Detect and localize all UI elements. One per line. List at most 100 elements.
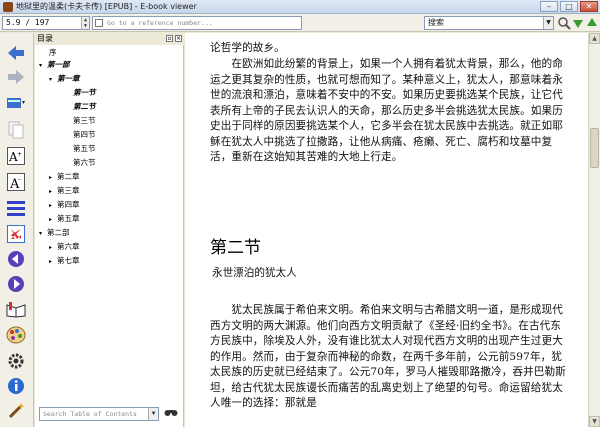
toc-expand-arrow-icon[interactable]: ▸ [49, 257, 57, 267]
toc-item-chapter6[interactable]: ▸ 第六章 [49, 242, 80, 253]
tools-button[interactable] [5, 401, 27, 421]
preferences-button[interactable] [5, 351, 27, 371]
toc-item-chapter3[interactable]: ▸ 第三章 [49, 186, 80, 197]
toc-item-label: 第二部 [47, 228, 70, 237]
toc-item-label: 第一部 [47, 60, 70, 69]
previous-page-button[interactable] [5, 249, 27, 269]
scroll-down-button[interactable]: ▼ [589, 416, 600, 427]
bookmark-button[interactable] [5, 300, 27, 320]
binoculars-icon [164, 410, 178, 416]
info-icon [8, 378, 24, 394]
toc-lines-icon [7, 201, 25, 216]
toc-item-label: 第四节 [73, 130, 96, 139]
toc-item-label: 序 [49, 48, 57, 57]
toc-expand-arrow-icon[interactable]: ▾ [39, 61, 47, 71]
toc-item-chapter1[interactable]: ▾ 第一章 [49, 74, 80, 85]
font-smaller-icon: A– [7, 173, 25, 191]
search-input[interactable]: 搜索 ▼ [424, 16, 554, 30]
color-palette-icon [6, 326, 26, 344]
toc-item-label: 第七章 [57, 256, 80, 265]
toc-panel-controls: ▫ × [166, 35, 182, 42]
forward-button[interactable] [5, 67, 27, 87]
previous-page-icon [8, 251, 24, 267]
toc-item-part2[interactable]: ▾ 第二部 [39, 228, 70, 239]
reader-text-line: 论哲学的故乡。 [210, 42, 285, 54]
toc-item-section1[interactable]: 第一节 [73, 88, 96, 98]
window-title: 地狱里的温柔(卡夫卡传) [EPUB] - E-book viewer [16, 2, 197, 11]
next-page-icon [8, 276, 24, 292]
toc-expand-arrow-icon[interactable]: ▸ [49, 187, 57, 197]
toc-item-label: 第三章 [57, 186, 80, 195]
toc-item-label: 第六章 [57, 242, 80, 251]
reference-input[interactable]: Go to a reference number... [92, 16, 302, 30]
reference-checkbox[interactable] [95, 19, 103, 27]
toc-expand-arrow-icon[interactable]: ▸ [49, 173, 57, 183]
toc-item-chapter7[interactable]: ▸ 第七章 [49, 256, 80, 267]
forward-arrow-icon [8, 70, 24, 84]
toc-item-section2[interactable]: 第二节 [73, 102, 96, 112]
toc-item-chapter4[interactable]: ▸ 第四章 [49, 200, 80, 211]
toc-expand-arrow-icon[interactable]: ▸ [49, 215, 57, 225]
toc-search-button[interactable] [163, 407, 179, 421]
toc-search-dropdown-icon[interactable]: ▼ [148, 408, 158, 420]
fullscreen-button[interactable] [5, 224, 27, 244]
find-next-icon[interactable] [571, 16, 585, 30]
find-previous-icon[interactable] [585, 16, 599, 30]
copy-button[interactable] [5, 120, 27, 140]
toc-item-chapter5[interactable]: ▸ 第五章 [49, 214, 80, 225]
font-size-larger-button[interactable]: A + [5, 146, 27, 166]
minimize-button[interactable]: – [540, 1, 558, 12]
toc-item-preface[interactable]: 序 [49, 48, 57, 58]
toc-button[interactable] [5, 198, 27, 218]
toc-expand-arrow-icon[interactable]: ▾ [49, 75, 57, 85]
toc-header: 目录 ▫ × [35, 33, 184, 45]
magic-wand-icon [8, 403, 24, 419]
back-arrow-icon [8, 46, 24, 60]
search-dropdown-icon[interactable]: ▼ [543, 17, 553, 29]
toc-expand-arrow-icon[interactable]: ▸ [49, 201, 57, 211]
about-button[interactable] [5, 376, 27, 396]
toc-item-label: 第三节 [73, 116, 96, 125]
toc-search-input[interactable]: Search Table of Contents ▼ [39, 407, 159, 421]
maximize-button[interactable]: □ [560, 1, 578, 12]
toc-item-chapter2[interactable]: ▸ 第二章 [49, 172, 80, 183]
spin-arrows-icon[interactable]: ▲ ▼ [81, 17, 89, 29]
toc-item-section4[interactable]: 第四节 [73, 130, 96, 140]
page-position-spinbox[interactable]: 5.9 / 197 ▲ ▼ [2, 16, 90, 30]
toc-item-label: 第二章 [57, 172, 80, 181]
back-button[interactable] [5, 43, 27, 63]
search-placeholder: 搜索 [428, 18, 444, 27]
toc-expand-arrow-icon[interactable]: ▸ [49, 243, 57, 253]
toc-float-button[interactable]: ▫ [166, 35, 173, 42]
toc-item-section5[interactable]: 第五节 [73, 144, 96, 154]
toc-expand-arrow-icon[interactable]: ▾ [39, 229, 47, 239]
font-larger-icon: A + [7, 147, 25, 165]
toc-item-section6[interactable]: 第六节 [73, 158, 96, 168]
close-button[interactable]: ✕ [580, 1, 598, 12]
top-toolbar: 5.9 / 197 ▲ ▼ Go to a reference number...… [0, 14, 600, 32]
section-subtitle: 永世漂泊的犹太人 [212, 267, 297, 279]
window-controls: – □ ✕ [540, 1, 598, 12]
font-size-smaller-button[interactable]: A – [5, 172, 27, 192]
toc-item-part1[interactable]: ▾ 第一部 [39, 60, 70, 71]
svg-text:+: + [17, 151, 22, 158]
fullscreen-icon [7, 225, 25, 243]
theme-button[interactable] [5, 325, 27, 345]
scroll-thumb[interactable] [590, 128, 599, 168]
toc-close-button[interactable]: × [175, 35, 182, 42]
app-icon [3, 2, 13, 12]
toc-item-label: 第六节 [73, 158, 96, 167]
section-heading: 第二节 [210, 238, 261, 258]
reader-scrollbar[interactable]: ▲ ▼ [588, 33, 600, 427]
window-titlebar[interactable]: 地狱里的温柔(卡夫卡传) [EPUB] - E-book viewer – □ … [0, 0, 600, 14]
side-toolbar: A + A – [0, 33, 34, 427]
next-page-button[interactable] [5, 274, 27, 294]
scroll-up-button[interactable]: ▲ [589, 33, 600, 44]
toc-title: 目录 [37, 34, 53, 43]
page-position-value: 5.9 / 197 [6, 18, 50, 27]
search-icon[interactable] [557, 16, 571, 30]
book-reader-pane[interactable]: 论哲学的故乡。 在欧洲如此纷繁的背景上，如果一个人拥有着犹太背景，那么，他的命运… [185, 33, 588, 427]
toc-item-label: 第一章 [57, 74, 80, 83]
library-button[interactable] [5, 93, 27, 113]
toc-item-section3[interactable]: 第三节 [73, 116, 96, 126]
